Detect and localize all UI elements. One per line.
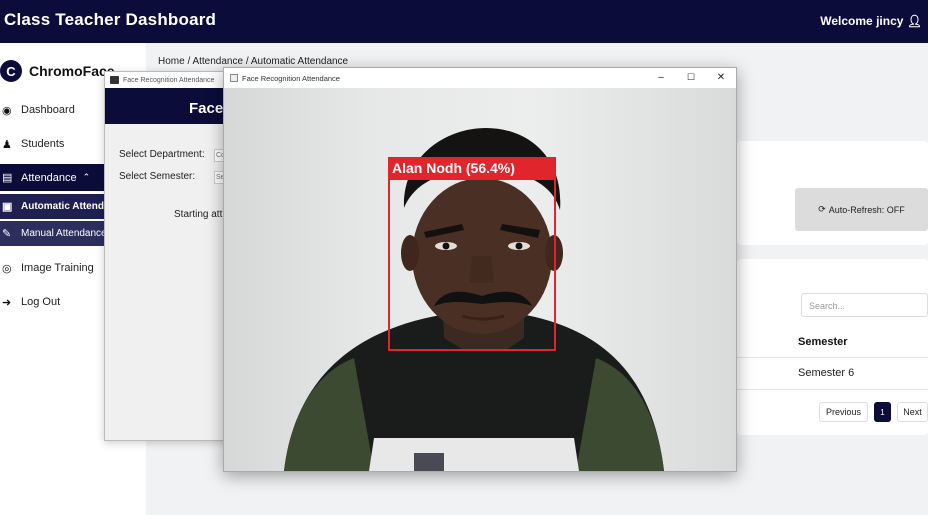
search-input[interactable]: Search... <box>801 293 928 317</box>
pagination-previous-button[interactable]: Previous <box>819 402 868 422</box>
welcome-user[interactable]: Welcome jincy 👤︎ <box>820 14 922 28</box>
camera-feed: Alan Nodh (56.4%) <box>224 88 736 471</box>
column-header-semester[interactable]: Semester <box>798 336 848 348</box>
logout-icon: ➜ <box>2 296 12 309</box>
semester-label: Select Semester: <box>119 171 196 182</box>
brand[interactable]: C ChromoFace <box>0 59 115 83</box>
dashboard-icon: ◉ <box>2 104 12 117</box>
page-title: Class Teacher Dashboard <box>4 10 217 29</box>
app-icon <box>110 76 119 84</box>
user-icon: 👤︎ <box>906 14 922 28</box>
refresh-icon: ⟳ <box>818 204 826 214</box>
app-icon <box>230 74 238 82</box>
attendance-icon: ▤ <box>2 172 13 184</box>
auto-refresh-button[interactable]: ⟳ Auto-Refresh: OFF <box>795 188 928 231</box>
divider <box>737 389 928 390</box>
status-text: Starting att <box>174 209 223 220</box>
top-bar: Class Teacher Dashboard Welcome jincy 👤︎ <box>0 0 928 43</box>
pagination-page-1[interactable]: 1 <box>874 402 891 422</box>
chevron-up-icon: ⌃ <box>82 172 91 182</box>
face-detection-label: Alan Nodh (56.4%) <box>388 157 556 180</box>
students-icon: ♟ <box>2 138 12 151</box>
divider <box>737 357 928 358</box>
pagination-next-button[interactable]: Next <box>897 402 928 422</box>
close-button[interactable]: ✕ <box>714 72 728 83</box>
face-detection-box <box>388 161 556 351</box>
breadcrumb: Home / Attendance / Automatic Attendance <box>158 56 349 67</box>
department-label: Select Department: <box>119 149 205 160</box>
window-titlebar[interactable]: Face Recognition Attendance – ☐ ✕ <box>224 68 736 88</box>
minimize-button[interactable]: – <box>654 72 668 83</box>
robot-icon: ▣ <box>2 201 13 213</box>
brand-name: ChromoFace <box>29 63 115 79</box>
edit-icon: ✎ <box>2 228 12 240</box>
camera-window[interactable]: Face Recognition Attendance – ☐ ✕ Alan N… <box>223 67 737 472</box>
maximize-button[interactable]: ☐ <box>684 72 698 83</box>
camera-icon: ◎ <box>2 262 12 275</box>
table-cell-semester: Semester 6 <box>798 367 855 379</box>
brand-logo-icon: C <box>0 60 22 82</box>
